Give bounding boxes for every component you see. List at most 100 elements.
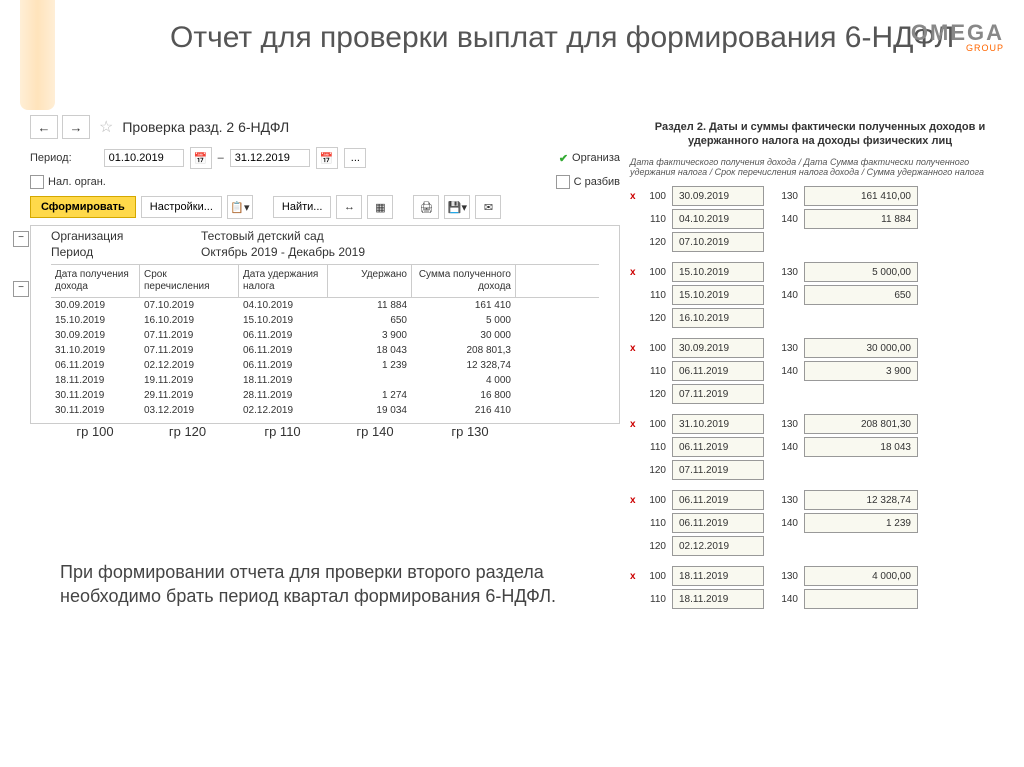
org-checkbox-label: Организа <box>572 152 620 164</box>
field-100[interactable]: 15.10.2019 <box>672 262 764 282</box>
print-icon[interactable]: 🖨 <box>413 195 439 219</box>
action-toolbar: Сформировать Настройки... 📋▾ Найти... ↔ … <box>30 195 620 219</box>
field-120[interactable]: 16.10.2019 <box>672 308 764 328</box>
email-icon[interactable]: ✉ <box>475 195 501 219</box>
field-110[interactable]: 18.11.2019 <box>672 589 764 609</box>
back-button[interactable]: ← <box>30 115 58 139</box>
code-110: 110 <box>642 518 666 529</box>
table-row: 31.10.201907.11.201906.11.201918 043208 … <box>51 343 599 358</box>
code-140: 140 <box>774 214 798 225</box>
table-cell: 5 000 <box>412 314 516 327</box>
calendar-to-icon[interactable]: 📅 <box>316 147 338 169</box>
delete-icon[interactable]: x <box>630 571 642 582</box>
code-100: 100 <box>642 495 666 506</box>
section2-block: x10018.11.20191304 000,0011018.11.201914… <box>630 566 1010 609</box>
table-cell: 19 034 <box>328 404 412 417</box>
report-area: − − Организация Тестовый детский сад Пер… <box>30 225 620 424</box>
field-140[interactable]: 11 884 <box>804 209 918 229</box>
collapse-button-1[interactable]: − <box>13 231 29 247</box>
date-to-input[interactable] <box>230 149 310 167</box>
gr120-label: гр 120 <box>140 424 235 439</box>
field-110[interactable]: 04.10.2019 <box>672 209 764 229</box>
delete-icon[interactable]: x <box>630 343 642 354</box>
delete-icon[interactable]: x <box>630 191 642 202</box>
field-130[interactable]: 4 000,00 <box>804 566 918 586</box>
table-row: 06.11.201902.12.201906.11.20191 23912 32… <box>51 358 599 373</box>
table-cell: 18.11.2019 <box>51 374 140 387</box>
period-more-button[interactable]: ... <box>344 148 366 168</box>
field-110[interactable]: 06.11.2019 <box>672 513 764 533</box>
save-icon[interactable]: 💾▾ <box>444 195 470 219</box>
table-cell: 07.11.2019 <box>140 344 239 357</box>
dash: – <box>218 152 224 164</box>
field-100[interactable]: 30.09.2019 <box>672 186 764 206</box>
field-140[interactable]: 18 043 <box>804 437 918 457</box>
org-checkbox[interactable]: ✔ Организа <box>559 152 620 165</box>
table-cell: 07.10.2019 <box>140 299 239 312</box>
report-meta: Организация Тестовый детский сад Период … <box>31 226 619 264</box>
field-100[interactable]: 31.10.2019 <box>672 414 764 434</box>
period-row: Период: 📅 – 📅 ... ✔ Организа <box>30 147 620 169</box>
field-110[interactable]: 15.10.2019 <box>672 285 764 305</box>
favorite-icon[interactable]: ☆ <box>99 117 113 137</box>
table-cell: 16 800 <box>412 389 516 402</box>
table-icon[interactable]: ▦ <box>367 195 393 219</box>
table-cell: 04.10.2019 <box>239 299 328 312</box>
code-130: 130 <box>774 419 798 430</box>
field-130[interactable]: 12 328,74 <box>804 490 918 510</box>
table-header: Дата получения дохода Срок перечисления … <box>51 264 599 298</box>
field-120[interactable]: 07.11.2019 <box>672 460 764 480</box>
field-130[interactable]: 208 801,30 <box>804 414 918 434</box>
find-button[interactable]: Найти... <box>273 196 332 218</box>
slide-note: При формировании отчета для проверки вто… <box>60 560 580 609</box>
code-140: 140 <box>774 366 798 377</box>
table-cell: 30.09.2019 <box>51 299 140 312</box>
code-110: 110 <box>642 594 666 605</box>
th-date-tax: Дата удержания налога <box>239 265 328 297</box>
table-cell: 31.10.2019 <box>51 344 140 357</box>
code-110: 110 <box>642 214 666 225</box>
delete-icon[interactable]: x <box>630 419 642 430</box>
expand-width-icon[interactable]: ↔ <box>336 195 362 219</box>
field-130[interactable]: 5 000,00 <box>804 262 918 282</box>
code-130: 130 <box>774 343 798 354</box>
gr140-label: гр 140 <box>330 424 420 439</box>
copy-icon[interactable]: 📋▾ <box>227 195 253 219</box>
field-140[interactable]: 1 239 <box>804 513 918 533</box>
gr130-label: гр 130 <box>420 424 520 439</box>
calendar-from-icon[interactable]: 📅 <box>190 147 212 169</box>
field-140[interactable] <box>804 589 918 609</box>
table-cell: 03.12.2019 <box>140 404 239 417</box>
field-120[interactable]: 02.12.2019 <box>672 536 764 556</box>
field-120[interactable]: 07.10.2019 <box>672 232 764 252</box>
column-group-labels: гр 100 гр 120 гр 110 гр 140 гр 130 <box>50 424 600 439</box>
forward-button[interactable]: → <box>62 115 90 139</box>
date-from-input[interactable] <box>104 149 184 167</box>
field-120[interactable]: 07.11.2019 <box>672 384 764 404</box>
nav-toolbar: ← → ☆ Проверка разд. 2 6-НДФЛ <box>30 115 620 139</box>
collapse-button-2[interactable]: − <box>13 281 29 297</box>
table-cell: 06.11.2019 <box>239 329 328 342</box>
table-cell: 29.11.2019 <box>140 389 239 402</box>
field-140[interactable]: 650 <box>804 285 918 305</box>
section2-header-left: Дата фактического получения дохода / Дат… <box>630 157 830 179</box>
field-110[interactable]: 06.11.2019 <box>672 437 764 457</box>
delete-icon[interactable]: x <box>630 267 642 278</box>
field-130[interactable]: 30 000,00 <box>804 338 918 358</box>
code-140: 140 <box>774 594 798 605</box>
field-100[interactable]: 06.11.2019 <box>672 490 764 510</box>
delete-icon[interactable]: x <box>630 495 642 506</box>
field-140[interactable]: 3 900 <box>804 361 918 381</box>
table-cell: 30.11.2019 <box>51 404 140 417</box>
settings-button[interactable]: Настройки... <box>141 196 222 218</box>
razbiv-checkbox[interactable]: С разбив <box>556 175 620 189</box>
field-130[interactable]: 161 410,00 <box>804 186 918 206</box>
table-cell: 11 884 <box>328 299 412 312</box>
field-100[interactable]: 18.11.2019 <box>672 566 764 586</box>
decoration <box>20 0 55 110</box>
nalog-checkbox[interactable]: Нал. орган. <box>30 175 106 189</box>
form-button[interactable]: Сформировать <box>30 196 136 218</box>
field-100[interactable]: 30.09.2019 <box>672 338 764 358</box>
section2-title: Раздел 2. Даты и суммы фактически получе… <box>630 120 1010 149</box>
field-110[interactable]: 06.11.2019 <box>672 361 764 381</box>
